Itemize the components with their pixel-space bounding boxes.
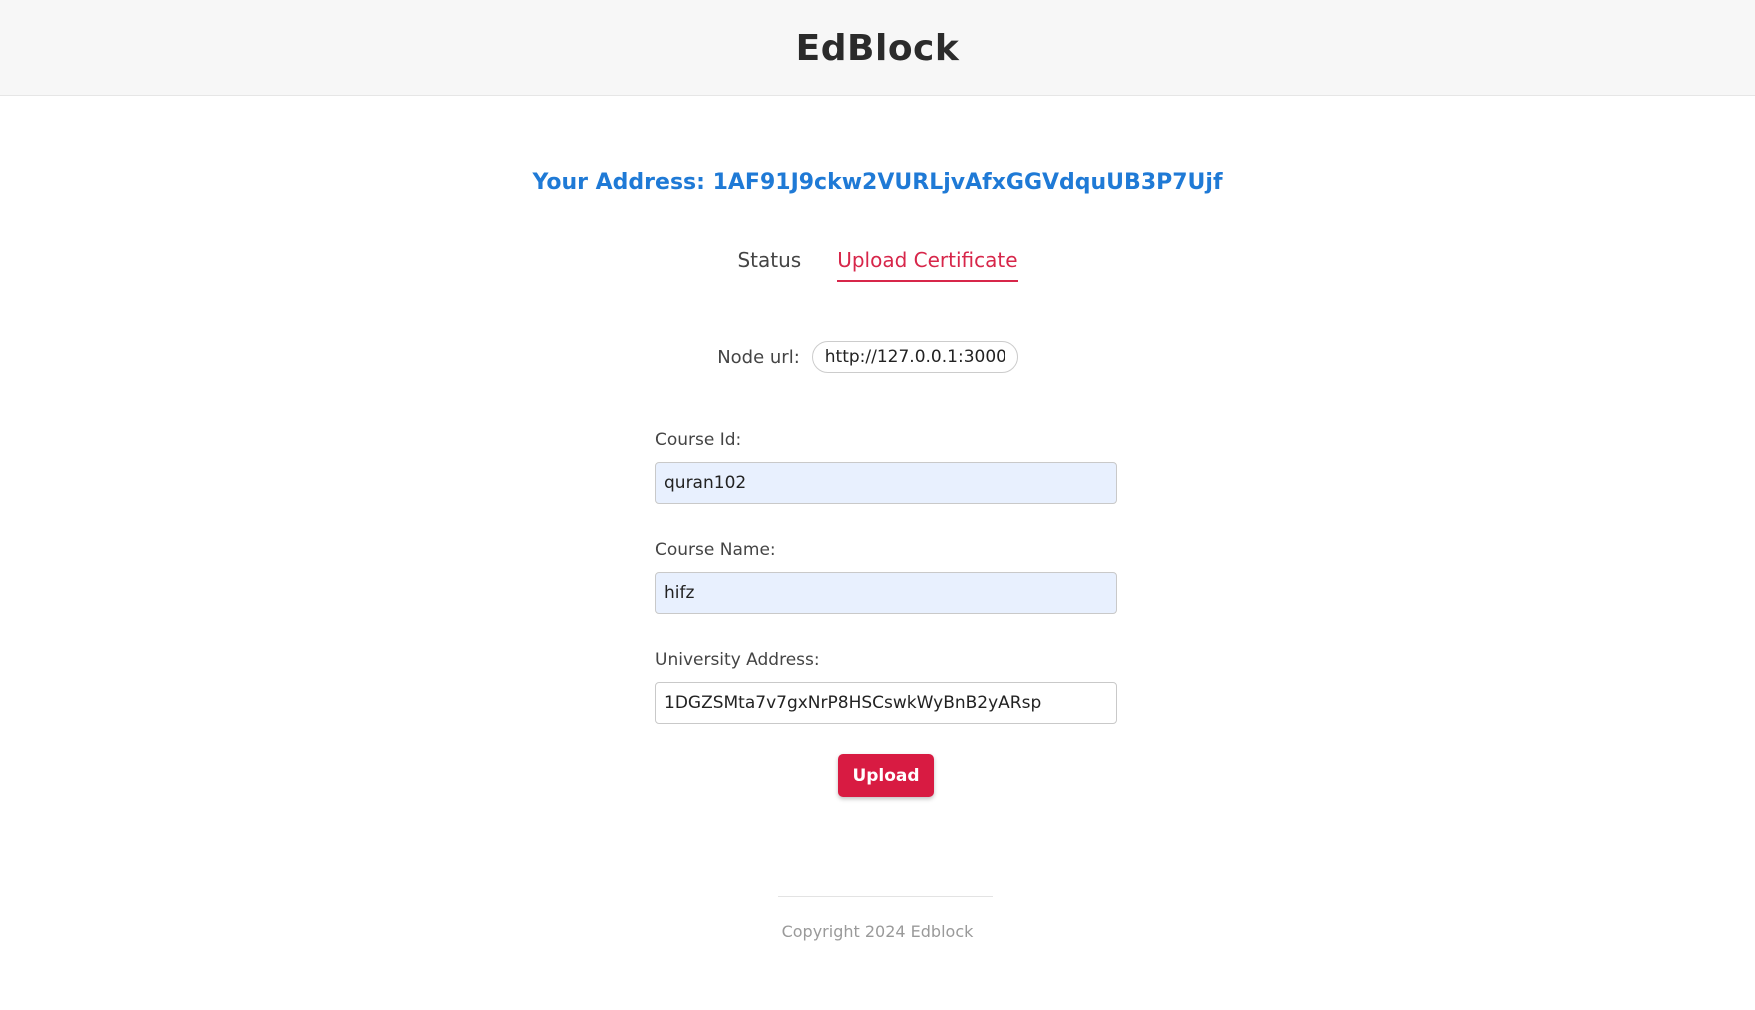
wallet-address: Your Address: 1AF91J9ckw2VURLjvAfxGGVdqu… — [532, 170, 1223, 195]
footer-copyright: Copyright 2024 Edblock — [781, 922, 974, 941]
course-id-input[interactable] — [655, 462, 1117, 504]
upload-certificate-form: Course Id: Course Name: University Addre… — [655, 430, 1117, 797]
node-url-label: Node url: — [717, 346, 800, 368]
upload-button[interactable]: Upload — [838, 754, 934, 797]
app-title: EdBlock — [795, 28, 960, 69]
course-name-input[interactable] — [655, 572, 1117, 614]
course-name-label: Course Name: — [655, 540, 776, 560]
university-address-label: University Address: — [655, 650, 820, 670]
course-name-group: Course Name: — [655, 540, 1117, 614]
node-url-input[interactable] — [811, 341, 1018, 373]
course-id-label: Course Id: — [655, 430, 742, 450]
footer-divider — [778, 896, 993, 897]
form-actions: Upload — [655, 754, 1117, 797]
course-id-group: Course Id: — [655, 430, 1117, 504]
tab-bar: Status Upload Certificate — [0, 248, 1755, 282]
node-url-row: Node url: — [0, 341, 1755, 373]
tab-upload-certificate[interactable]: Upload Certificate — [837, 248, 1018, 282]
university-address-group: University Address: — [655, 650, 1117, 724]
tab-status[interactable]: Status — [737, 248, 801, 282]
university-address-input[interactable] — [655, 682, 1117, 724]
app-header: EdBlock — [0, 0, 1755, 96]
